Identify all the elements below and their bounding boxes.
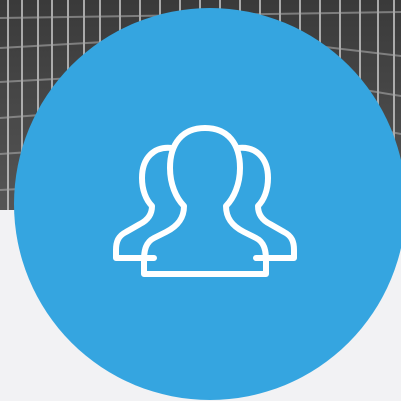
graphic-canvas [0, 0, 401, 401]
left-person-outline [113, 144, 175, 261]
users-group-icon [110, 120, 300, 290]
right-person-outline [235, 144, 297, 261]
